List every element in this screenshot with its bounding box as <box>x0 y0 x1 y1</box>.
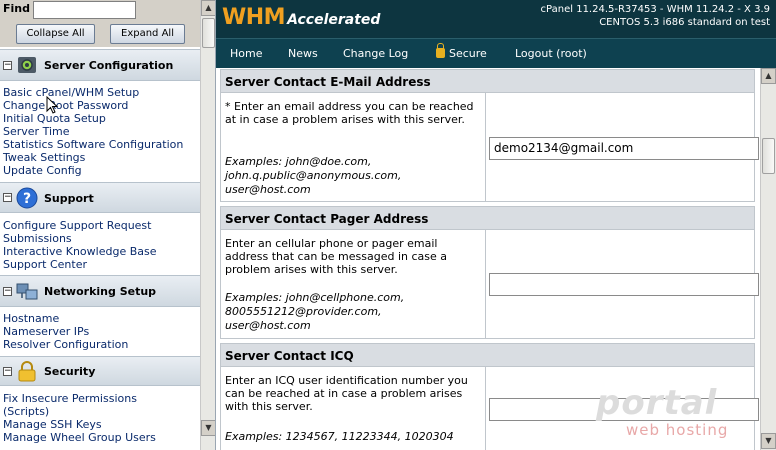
section-security[interactable]: − Security <box>0 356 200 386</box>
lock-icon <box>436 43 445 58</box>
version-info: cPanel 11.24.5-R37453 - WHM 11.24.2 - X … <box>541 3 770 29</box>
scroll-thumb[interactable] <box>762 138 775 174</box>
version-line-1: cPanel 11.24.5-R37453 - WHM 11.24.2 - X … <box>540 4 770 15</box>
sidebar-link-wheel-group[interactable]: Manage Wheel Group Users <box>3 431 156 444</box>
scroll-thumb[interactable] <box>202 18 215 48</box>
nav-news[interactable]: News <box>288 47 318 60</box>
svg-text:?: ? <box>23 191 31 207</box>
sidebar-link-support-center[interactable]: Support Center <box>3 258 87 271</box>
collapse-toggle-icon[interactable]: − <box>3 61 12 70</box>
version-line-2: CENTOS 5.3 i686 standard on test <box>599 17 770 28</box>
network-icon <box>16 283 38 300</box>
collapse-expand-bar: Collapse All Expand All <box>0 20 200 47</box>
sidebar-link-fix-permissions-scripts[interactable]: (Scripts) <box>3 405 49 418</box>
section-server-configuration[interactable]: − Server Configuration <box>0 49 200 81</box>
scroll-up-arrow-icon[interactable]: ▲ <box>761 68 776 84</box>
mouse-cursor-icon <box>46 96 59 114</box>
watermark-main: portal <box>596 383 718 423</box>
sidebar-link-change-root-password[interactable]: Change Root Password <box>3 99 128 112</box>
sidebar-link-submissions[interactable]: Submissions <box>3 232 72 245</box>
column-divider <box>485 367 486 450</box>
sidebar: Find Collapse All Expand All − Server Co… <box>0 0 216 450</box>
section-networking-setup[interactable]: − Networking Setup <box>0 275 200 307</box>
lock-icon <box>18 361 36 382</box>
watermark-sub: web hosting <box>626 421 729 439</box>
collapse-all-button[interactable]: Collapse All <box>16 24 95 44</box>
logo-main: WHM <box>222 5 286 30</box>
pager-section-body: Enter an cellular phone or pager email a… <box>220 230 759 339</box>
collapse-toggle-icon[interactable]: − <box>3 193 12 202</box>
sidebar-link-fix-permissions[interactable]: Fix Insecure Permissions <box>3 392 137 405</box>
logo-sub: Accelerated <box>287 12 381 28</box>
pager-input[interactable] <box>489 273 759 296</box>
pager-section-title: Server Contact Pager Address <box>220 206 755 230</box>
nav-change-log[interactable]: Change Log <box>343 47 408 60</box>
sidebar-link-knowledge-base[interactable]: Interactive Knowledge Base <box>3 245 157 258</box>
whm-logo: WHM Accelerated <box>222 5 380 30</box>
column-divider <box>485 230 486 338</box>
sidebar-link-hostname[interactable]: Hostname <box>3 312 59 325</box>
find-bar: Find <box>0 0 200 20</box>
section-title: Support <box>44 192 94 205</box>
top-nav: Home News Change Log Secure Logout (root… <box>216 38 776 68</box>
email-section-title: Server Contact E-Mail Address <box>220 69 755 93</box>
section-support[interactable]: − ? Support <box>0 182 200 213</box>
portal-watermark: portal web hosting <box>596 383 756 443</box>
collapse-toggle-icon[interactable]: − <box>3 367 12 376</box>
find-input[interactable] <box>33 1 136 19</box>
sidebar-link-statistics-software[interactable]: Statistics Software Configuration <box>3 138 183 151</box>
scroll-down-arrow-icon[interactable]: ▼ <box>201 420 215 436</box>
scroll-down-arrow-icon[interactable]: ▼ <box>761 433 776 449</box>
sidebar-link-configure-support[interactable]: Configure Support Request <box>3 219 151 232</box>
pager-examples: Examples: john@cellphone.com, 8005551212… <box>225 291 405 332</box>
email-section-body: * Enter an email address you can be reac… <box>220 93 759 202</box>
nav-home[interactable]: Home <box>230 47 262 60</box>
icq-description: Enter an ICQ user identification number … <box>225 374 468 413</box>
email-examples: Examples: john@doe.com, john.q.public@an… <box>225 155 402 196</box>
content-scrollbar[interactable]: ▲ ▼ <box>760 68 776 450</box>
header: WHM Accelerated cPanel 11.24.5-R37453 - W… <box>216 0 776 38</box>
column-divider <box>485 93 486 201</box>
sidebar-link-tweak-settings[interactable]: Tweak Settings <box>3 151 85 164</box>
icq-section-title: Server Contact ICQ <box>220 343 755 367</box>
help-icon: ? <box>16 187 38 209</box>
section-title: Networking Setup <box>44 285 157 298</box>
sidebar-link-update-config[interactable]: Update Config <box>3 164 82 177</box>
icq-examples: Examples: 1234567, 11223344, 1020304 <box>225 430 454 443</box>
sidebar-link-ssh-keys[interactable]: Manage SSH Keys <box>3 418 102 431</box>
scroll-up-arrow-icon[interactable]: ▲ <box>201 0 215 16</box>
nav-logout[interactable]: Logout (root) <box>515 47 587 60</box>
find-label: Find <box>3 2 30 15</box>
sidebar-scrollbar[interactable]: ▲ ▼ <box>200 0 215 450</box>
collapse-toggle-icon[interactable]: − <box>3 287 12 296</box>
sidebar-link-nameserver-ips[interactable]: Nameserver IPs <box>3 325 89 338</box>
sidebar-link-server-time[interactable]: Server Time <box>3 125 70 138</box>
email-input[interactable]: demo2134@gmail.com <box>489 137 759 160</box>
section-title: Security <box>44 365 96 378</box>
nav-secure[interactable]: Secure <box>436 43 487 60</box>
server-config-icon <box>18 57 36 73</box>
pager-description: Enter an cellular phone or pager email a… <box>225 237 448 276</box>
section-title: Server Configuration <box>44 59 174 72</box>
sidebar-link-resolver-config[interactable]: Resolver Configuration <box>3 338 128 351</box>
email-description: * Enter an email address you can be reac… <box>225 100 474 126</box>
sidebar-link-basic-setup[interactable]: Basic cPanel/WHM Setup <box>3 86 139 99</box>
expand-all-button[interactable]: Expand All <box>110 24 185 44</box>
